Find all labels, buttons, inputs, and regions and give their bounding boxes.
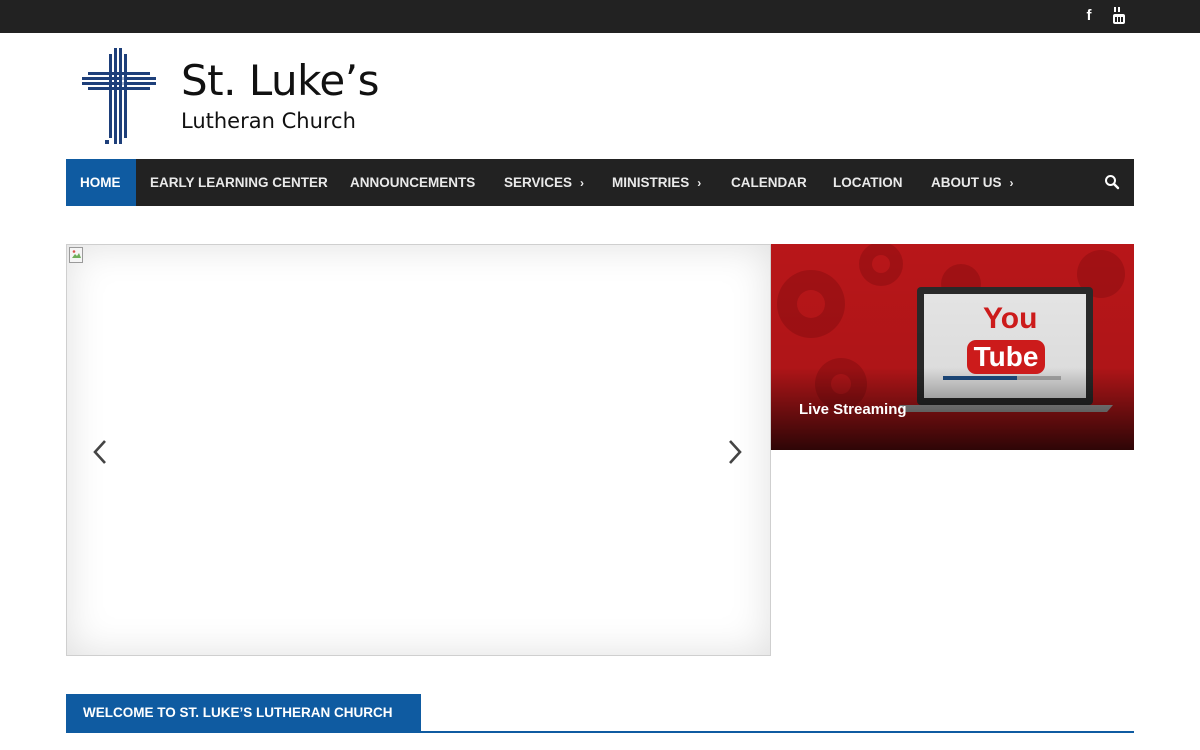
nav-item-location[interactable]: LOCATION	[819, 159, 917, 206]
search-icon[interactable]	[1104, 174, 1120, 190]
church-subtitle[interactable]: Lutheran Church	[181, 108, 356, 134]
church-name[interactable]: St. Luke’s	[181, 55, 380, 107]
nav-item-ministries[interactable]: MINISTRIES ›	[598, 159, 715, 206]
main-navigation: HOME EARLY LEARNING CENTER ANNOUNCEMENTS…	[66, 159, 1134, 206]
nav-item-label: SERVICES	[504, 175, 573, 190]
nav-item-label: EARLY LEARNING CENTER	[150, 175, 328, 190]
live-streaming-title[interactable]: Live Streaming	[799, 401, 907, 418]
chevron-right-icon: ›	[1009, 176, 1014, 190]
nav-item-services[interactable]: SERVICES ›	[490, 159, 598, 206]
chevron-right-icon: ›	[580, 176, 585, 190]
youtube-logo-top: You	[983, 302, 1038, 335]
image-slider	[66, 244, 771, 656]
church-logo[interactable]	[78, 46, 160, 148]
nav-item-early-learning-center[interactable]: EARLY LEARNING CENTER	[136, 159, 342, 206]
youtube-icon[interactable]	[1112, 7, 1126, 25]
section-divider	[66, 731, 1134, 733]
top-bar: f	[0, 0, 1200, 33]
nav-item-announcements[interactable]: ANNOUNCEMENTS	[336, 159, 489, 206]
slider-next-button[interactable]	[724, 438, 744, 466]
slider-prev-button[interactable]	[91, 438, 111, 466]
youtube-logo-bottom: Tube	[967, 340, 1045, 374]
nav-item-label: HOME	[80, 175, 121, 190]
live-streaming-card[interactable]: You Tube Live Streaming	[771, 244, 1134, 450]
nav-item-label: ANNOUNCEMENTS	[350, 175, 476, 190]
welcome-heading: WELCOME TO ST. LUKE’S LUTHERAN CHURCH	[66, 694, 421, 731]
nav-item-about-us[interactable]: ABOUT US ›	[917, 159, 1028, 206]
chevron-right-icon: ›	[697, 176, 702, 190]
nav-item-calendar[interactable]: CALENDAR	[717, 159, 821, 206]
live-streaming-thumbnail	[771, 244, 1134, 450]
facebook-icon[interactable]: f	[1083, 7, 1095, 25]
broken-image-icon	[69, 247, 85, 263]
nav-item-label: MINISTRIES	[612, 175, 690, 190]
nav-item-label: ABOUT US	[931, 175, 1002, 190]
nav-item-label: LOCATION	[833, 175, 903, 190]
nav-item-label: CALENDAR	[731, 175, 807, 190]
nav-item-home[interactable]: HOME	[66, 159, 136, 206]
